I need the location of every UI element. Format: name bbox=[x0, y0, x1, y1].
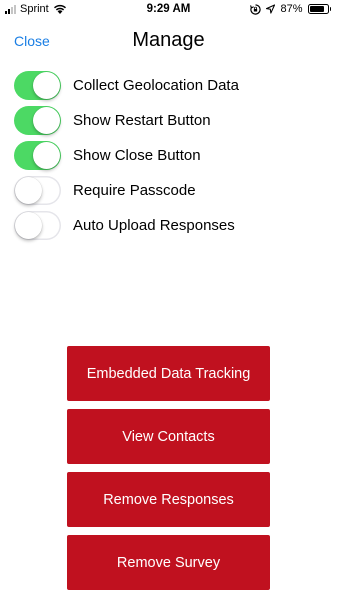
location-icon bbox=[266, 4, 276, 14]
setting-row-passcode: Require Passcode bbox=[14, 173, 324, 208]
settings-list: Collect Geolocation Data Show Restart Bu… bbox=[14, 68, 324, 243]
view-contacts-button[interactable]: View Contacts bbox=[67, 409, 270, 464]
toggle-knob bbox=[15, 212, 42, 239]
status-bar: Sprint 9:29 AM 87% bbox=[0, 0, 337, 20]
toggle-show-restart-button[interactable] bbox=[14, 106, 61, 135]
battery-fill bbox=[309, 6, 325, 12]
battery-percent: 87% bbox=[280, 3, 303, 15]
toggle-knob bbox=[33, 142, 60, 169]
toggle-auto-upload-responses[interactable] bbox=[14, 211, 61, 240]
embedded-data-tracking-button[interactable]: Embedded Data Tracking bbox=[67, 346, 270, 401]
setting-row-geolocation: Collect Geolocation Data bbox=[14, 68, 324, 103]
setting-row-restart-button: Show Restart Button bbox=[14, 103, 324, 138]
battery-icon bbox=[307, 4, 331, 14]
page-title: Manage bbox=[132, 29, 205, 51]
toggle-knob bbox=[33, 107, 60, 134]
rotation-lock-icon bbox=[250, 3, 262, 15]
remove-responses-button[interactable]: Remove Responses bbox=[67, 472, 270, 527]
remove-survey-button[interactable]: Remove Survey bbox=[67, 535, 270, 590]
setting-row-close-button: Show Close Button bbox=[14, 138, 324, 173]
action-buttons: Embedded Data Tracking View Contacts Rem… bbox=[67, 346, 270, 598]
setting-label: Auto Upload Responses bbox=[73, 217, 235, 234]
toggle-show-close-button[interactable] bbox=[14, 141, 61, 170]
setting-label: Require Passcode bbox=[73, 182, 196, 199]
setting-row-auto-upload: Auto Upload Responses bbox=[14, 208, 324, 243]
nav-bar: Close Manage bbox=[0, 20, 337, 64]
setting-label: Collect Geolocation Data bbox=[73, 77, 239, 94]
toggle-require-passcode[interactable] bbox=[14, 176, 61, 205]
toggle-knob bbox=[33, 72, 60, 99]
status-right: 87% bbox=[250, 3, 331, 15]
toggle-collect-geolocation[interactable] bbox=[14, 71, 61, 100]
setting-label: Show Close Button bbox=[73, 147, 201, 164]
toggle-knob bbox=[15, 177, 42, 204]
setting-label: Show Restart Button bbox=[73, 112, 211, 129]
